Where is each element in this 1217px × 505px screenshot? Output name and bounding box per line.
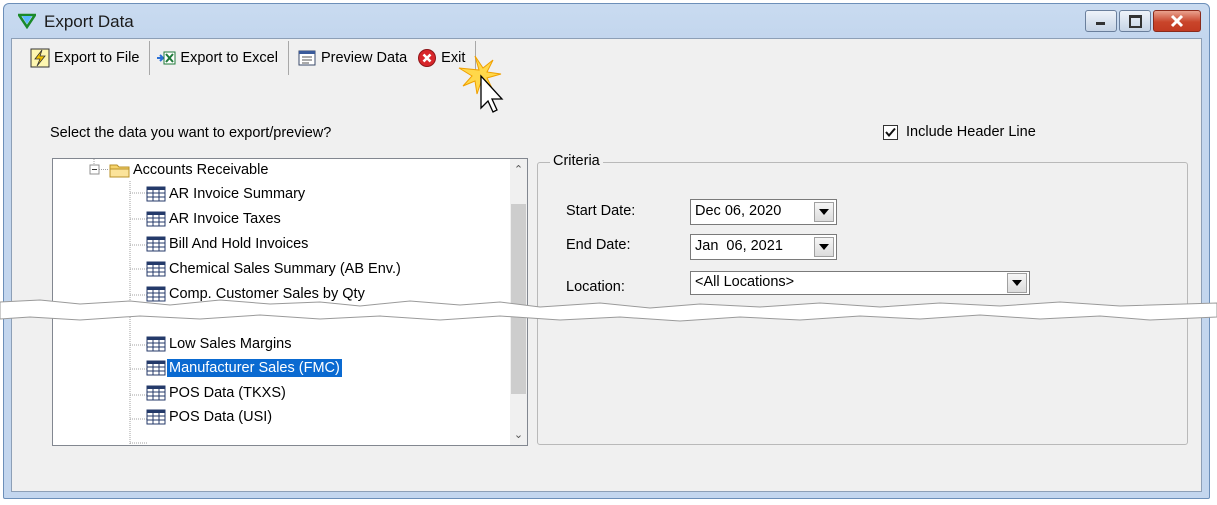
tree-item-manufacturer-sales[interactable]: Manufacturer Sales (FMC): [145, 357, 343, 379]
include-header-checkbox[interactable]: Include Header Line: [883, 124, 1036, 140]
checkbox-box[interactable]: [883, 124, 898, 140]
table-icon: [146, 261, 166, 277]
title-bar[interactable]: Export Data: [4, 4, 1209, 38]
tree-item-label: POS Data (TKXS): [169, 385, 286, 401]
start-date-label: Start Date:: [566, 203, 636, 219]
tree-item-label: Low Sales Margins: [169, 336, 292, 352]
end-date-label: End Date:: [566, 237, 631, 253]
start-date-value: Dec 06, 2020: [695, 203, 782, 219]
export-data-window: Export Data Export to File Export to Exc…: [3, 3, 1210, 499]
minimize-icon[interactable]: [1085, 10, 1117, 32]
export-file-label: Export to File: [54, 50, 140, 66]
folder-icon: [109, 164, 130, 178]
scroll-up-icon[interactable]: ⌃: [510, 161, 527, 178]
criteria-legend: Criteria: [550, 153, 603, 169]
export-file-button[interactable]: Export to File: [12, 41, 151, 75]
checkmark-icon: [885, 127, 896, 137]
chevron-down-icon[interactable]: [814, 202, 834, 222]
toolbar: Export to File Export to Excel Preview D…: [12, 39, 1201, 77]
end-date-picker[interactable]: Jan 06, 2021: [690, 234, 837, 260]
tree-item-pos-usi[interactable]: POS Data (USI): [145, 406, 274, 428]
tree-item-ar-invoice-taxes[interactable]: AR Invoice Taxes: [145, 208, 283, 230]
table-icon: [146, 336, 166, 352]
lightning-icon: [30, 48, 50, 68]
tree-item-bill-and-hold[interactable]: Bill And Hold Invoices: [145, 233, 310, 255]
close-icon[interactable]: [1153, 10, 1201, 32]
table-icon: [146, 186, 166, 202]
tree-item-chemical-sales[interactable]: Chemical Sales Summary (AB Env.): [145, 258, 403, 280]
tree-item-label: Chemical Sales Summary (AB Env.): [169, 261, 401, 277]
tree-item-pos-tkxs[interactable]: POS Data (TKXS): [145, 382, 288, 404]
maximize-icon[interactable]: [1119, 10, 1151, 32]
prompt-text: Select the data you want to export/previ…: [50, 125, 332, 141]
location-select[interactable]: <All Locations>: [690, 271, 1030, 295]
exit-icon: [418, 49, 437, 67]
tree-item-label: AR Invoice Taxes: [169, 211, 281, 227]
chevron-down-icon[interactable]: [1007, 273, 1027, 293]
location-value: <All Locations>: [695, 274, 795, 290]
chevron-down-icon[interactable]: [814, 237, 834, 257]
end-date-value: Jan 06, 2021: [695, 238, 783, 254]
export-excel-button[interactable]: Export to Excel: [150, 41, 289, 75]
table-icon: [146, 409, 166, 425]
preview-icon: [298, 50, 316, 66]
preview-button[interactable]: Preview Data: [289, 41, 417, 75]
window-title: Export Data: [44, 12, 134, 31]
location-label: Location:: [566, 279, 625, 295]
folder-label: Accounts Receivable: [133, 162, 269, 178]
table-icon: [146, 385, 166, 401]
preview-label: Preview Data: [320, 50, 408, 66]
tree-item-ar-invoice-summary[interactable]: AR Invoice Summary: [145, 183, 307, 205]
window-controls: [1085, 10, 1201, 32]
table-icon: [146, 211, 166, 227]
table-icon: [146, 360, 166, 376]
app-check-icon: [18, 13, 36, 29]
tree-item-label: POS Data (USI): [169, 409, 273, 425]
client-area: Export to File Export to Excel Preview D…: [11, 38, 1202, 492]
excel-icon: [157, 51, 176, 65]
table-icon: [146, 236, 166, 252]
cursor-icon: [458, 55, 504, 113]
torn-edge: [0, 299, 1217, 322]
include-header-label: Include Header Line: [906, 124, 1036, 140]
tree-item-label: Bill And Hold Invoices: [169, 236, 309, 252]
export-excel-label: Export to Excel: [180, 50, 278, 66]
tree-item-label-selected: Manufacturer Sales (FMC): [166, 358, 343, 378]
tree-folder-accounts-receivable[interactable]: Accounts Receivable: [109, 159, 270, 181]
start-date-picker[interactable]: Dec 06, 2020: [690, 199, 837, 225]
tree-item-low-sales-margins[interactable]: Low Sales Margins: [145, 333, 294, 355]
scroll-down-icon[interactable]: ⌄: [510, 426, 527, 443]
tree-item-label: AR Invoice Summary: [169, 186, 306, 202]
